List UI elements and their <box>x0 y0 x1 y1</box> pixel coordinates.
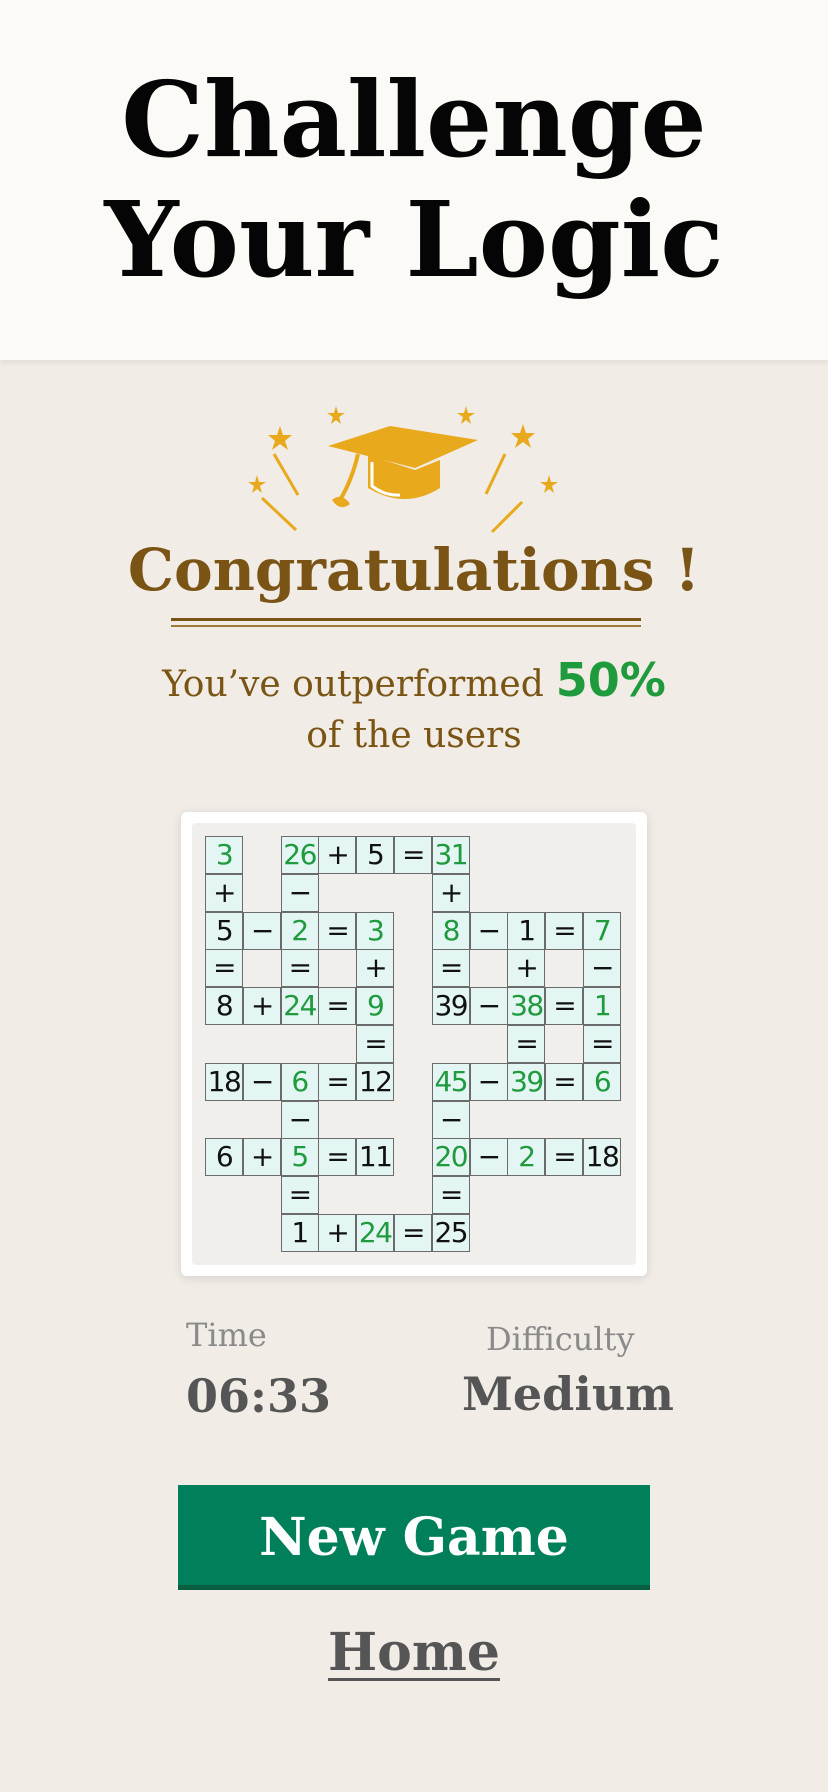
number-cell[interactable]: 3 <box>205 836 243 874</box>
operator-cell: = <box>394 836 432 874</box>
number-cell[interactable]: 2 <box>280 911 319 950</box>
operator-cell: = <box>318 911 357 950</box>
number-cell[interactable]: 6 <box>280 1062 319 1101</box>
operator-cell: = <box>318 987 357 1026</box>
operator-cell: = <box>545 1062 584 1101</box>
number-cell: 11 <box>356 1138 395 1177</box>
header: Challenge Your Logic <box>0 0 828 360</box>
operator-cell: = <box>356 1025 395 1063</box>
operator-cell: − <box>280 1100 319 1139</box>
operator-cell: − <box>280 873 319 912</box>
puzzle-board-card: 3 26 +5 = 31 + − +5−2 = 3 8−1 = 7 = = + = + −8 +24 = 9 39−38 = 1… <box>181 812 647 1276</box>
operator-cell: = <box>205 949 243 988</box>
operator-cell: − <box>583 949 621 988</box>
difficulty-value: Medium <box>462 1367 674 1421</box>
operator-cell: + <box>242 987 281 1026</box>
operator-cell: − <box>469 1062 508 1101</box>
number-cell[interactable]: 1 <box>583 987 621 1026</box>
number-cell[interactable]: 38 <box>507 987 546 1026</box>
number-cell[interactable]: 6 <box>583 1062 621 1101</box>
operator-cell: = <box>431 949 470 988</box>
operator-cell: − <box>431 1100 470 1139</box>
number-cell: 12 <box>356 1062 395 1101</box>
number-cell: 8 <box>205 987 243 1026</box>
operator-cell: + <box>507 949 546 988</box>
number-cell[interactable]: 24 <box>280 987 319 1026</box>
number-cell: 18 <box>583 1138 621 1177</box>
number-cell[interactable]: 26 <box>280 836 319 874</box>
number-cell[interactable]: 7 <box>583 911 621 950</box>
operator-cell: = <box>280 949 319 988</box>
heading-rule <box>171 618 641 621</box>
new-game-button[interactable]: New Game <box>178 1485 650 1590</box>
number-cell[interactable]: 45 <box>431 1062 470 1101</box>
number-cell[interactable]: 3 <box>356 911 395 950</box>
operator-cell: − <box>469 911 508 950</box>
operator-cell: + <box>356 949 395 988</box>
operator-cell: = <box>394 1214 432 1252</box>
operator-cell: = <box>280 1176 319 1215</box>
operator-cell: − <box>469 1138 508 1177</box>
page-title: Challenge Your Logic <box>0 60 828 300</box>
number-cell[interactable]: 20 <box>431 1138 470 1177</box>
operator-cell: + <box>242 1138 281 1177</box>
outperform-text: You’ve outperformed 50% <box>0 652 828 713</box>
home-link-row: Home <box>0 1618 828 1688</box>
operator-cell: + <box>318 836 357 874</box>
operator-cell: = <box>507 1025 546 1063</box>
home-link[interactable]: Home <box>328 1622 500 1683</box>
operator-cell: = <box>431 1176 470 1215</box>
puzzle-board: 3 26 +5 = 31 + − +5−2 = 3 8−1 = 7 = = + = + −8 +24 = 9 39−38 = 1… <box>192 823 636 1265</box>
time-label: Time <box>186 1316 267 1354</box>
number-cell: 6 <box>205 1138 243 1177</box>
outperform-prefix: You’ve outperformed <box>162 664 544 705</box>
graduation-cap-celebration-icon <box>248 406 558 534</box>
number-cell: 1 <box>507 911 546 950</box>
time-value: 06:33 <box>186 1369 332 1423</box>
number-cell[interactable]: 9 <box>356 987 395 1026</box>
number-cell: 5 <box>205 911 243 950</box>
operator-cell: = <box>318 1138 357 1177</box>
congratulations-heading: Congratulations ! <box>127 536 701 604</box>
title-line-1: Challenge <box>121 58 707 181</box>
number-cell[interactable]: 31 <box>431 836 470 874</box>
operator-cell: + <box>205 873 243 912</box>
operator-cell: − <box>469 987 508 1026</box>
operator-cell: = <box>545 1138 584 1177</box>
operator-cell: + <box>318 1214 357 1252</box>
outperform-suffix: of the users <box>306 715 522 756</box>
number-cell[interactable]: 2 <box>507 1138 546 1177</box>
number-cell: 18 <box>205 1062 243 1101</box>
number-cell[interactable]: 8 <box>431 911 470 950</box>
operator-cell: + <box>431 873 470 912</box>
number-cell: 25 <box>431 1214 470 1252</box>
number-cell: 1 <box>280 1214 319 1252</box>
heading-rule-thin <box>171 625 641 627</box>
percentile-value: 50% <box>555 653 666 707</box>
operator-cell: = <box>318 1062 357 1101</box>
operator-cell: = <box>583 1025 621 1063</box>
number-cell: 5 <box>356 836 395 874</box>
number-cell[interactable]: 24 <box>356 1214 395 1252</box>
operator-cell: = <box>545 987 584 1026</box>
title-line-2: Your Logic <box>104 178 724 301</box>
number-cell[interactable]: 39 <box>507 1062 546 1101</box>
number-cell[interactable]: 5 <box>280 1138 319 1177</box>
operator-cell: − <box>242 1062 281 1101</box>
number-cell: 39 <box>431 987 470 1026</box>
operator-cell: − <box>242 911 281 950</box>
operator-cell: = <box>545 911 584 950</box>
difficulty-label: Difficulty <box>486 1320 635 1358</box>
